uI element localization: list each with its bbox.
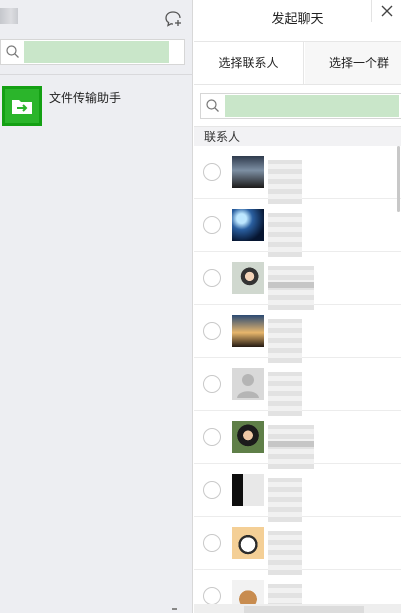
avatar bbox=[232, 315, 264, 347]
tab-select-contacts[interactable]: 选择联系人 bbox=[194, 42, 304, 84]
contact-name-blurred bbox=[268, 531, 302, 575]
contact-row[interactable] bbox=[194, 570, 401, 606]
select-radio[interactable] bbox=[203, 269, 221, 287]
select-radio[interactable] bbox=[203, 481, 221, 499]
contact-row[interactable] bbox=[194, 146, 401, 204]
select-radio[interactable] bbox=[203, 428, 221, 446]
avatar bbox=[232, 527, 264, 559]
contact-name-blurred bbox=[268, 425, 314, 469]
select-radio[interactable] bbox=[203, 534, 221, 552]
select-radio[interactable] bbox=[203, 587, 221, 605]
contact-name-blurred bbox=[268, 319, 302, 363]
contact-name-blurred bbox=[268, 372, 302, 416]
dialog-title: 发起聊天 bbox=[271, 11, 324, 26]
user-name-blurred bbox=[0, 8, 18, 24]
footer-marker bbox=[172, 608, 177, 610]
contact-name-blurred bbox=[268, 160, 302, 204]
contact-row[interactable] bbox=[194, 464, 401, 522]
wechat-window: 文件传输助手 发起聊天 选择联系人 选择一个群 联系人 bbox=[0, 0, 401, 613]
contact-list-scrollbar[interactable] bbox=[397, 146, 400, 212]
avatar bbox=[232, 262, 264, 294]
dialog-footer bbox=[194, 604, 401, 613]
contact-row[interactable] bbox=[194, 305, 401, 363]
contact-row[interactable] bbox=[194, 358, 401, 416]
default-avatar-icon bbox=[232, 368, 264, 400]
select-radio[interactable] bbox=[203, 322, 221, 340]
search-icon bbox=[206, 99, 219, 112]
contact-name-blurred bbox=[268, 266, 314, 310]
contact-search-box[interactable] bbox=[200, 93, 401, 119]
sidebar-footer bbox=[0, 604, 193, 613]
contact-row[interactable] bbox=[194, 199, 401, 257]
avatar bbox=[232, 156, 264, 188]
avatar bbox=[232, 421, 264, 453]
footer-button-edge[interactable] bbox=[244, 606, 364, 613]
contacts-section-header: 联系人 bbox=[194, 126, 401, 146]
contact-list bbox=[194, 146, 401, 606]
select-radio[interactable] bbox=[203, 216, 221, 234]
sidebar-search-input[interactable] bbox=[24, 41, 169, 63]
avatar bbox=[232, 209, 264, 241]
contact-name-blurred bbox=[268, 584, 302, 606]
conversation-title: 文件传输助手 bbox=[49, 91, 122, 105]
avatar bbox=[232, 580, 264, 606]
contact-row[interactable] bbox=[194, 411, 401, 469]
start-chat-dialog: 发起聊天 选择联系人 选择一个群 联系人 bbox=[194, 0, 401, 613]
contact-name-blurred bbox=[268, 478, 302, 522]
contact-search-input[interactable] bbox=[225, 95, 399, 117]
conversation-sidebar: 文件传输助手 bbox=[0, 0, 193, 613]
contact-row[interactable] bbox=[194, 517, 401, 575]
file-transfer-icon bbox=[2, 86, 42, 126]
sidebar-search-box[interactable] bbox=[0, 39, 185, 65]
select-radio[interactable] bbox=[203, 163, 221, 181]
dialog-tabs: 选择联系人 选择一个群 bbox=[194, 41, 401, 85]
contact-row[interactable] bbox=[194, 252, 401, 310]
select-radio[interactable] bbox=[203, 375, 221, 393]
close-icon bbox=[381, 5, 393, 17]
search-icon bbox=[6, 45, 19, 58]
contact-name-blurred bbox=[268, 213, 302, 257]
tab-select-group[interactable]: 选择一个群 bbox=[305, 42, 401, 84]
avatar bbox=[232, 474, 264, 506]
close-button[interactable] bbox=[371, 0, 401, 22]
new-chat-icon[interactable] bbox=[163, 9, 183, 29]
conversation-item-file-transfer[interactable]: 文件传输助手 bbox=[0, 80, 193, 130]
sidebar-divider bbox=[0, 74, 193, 75]
